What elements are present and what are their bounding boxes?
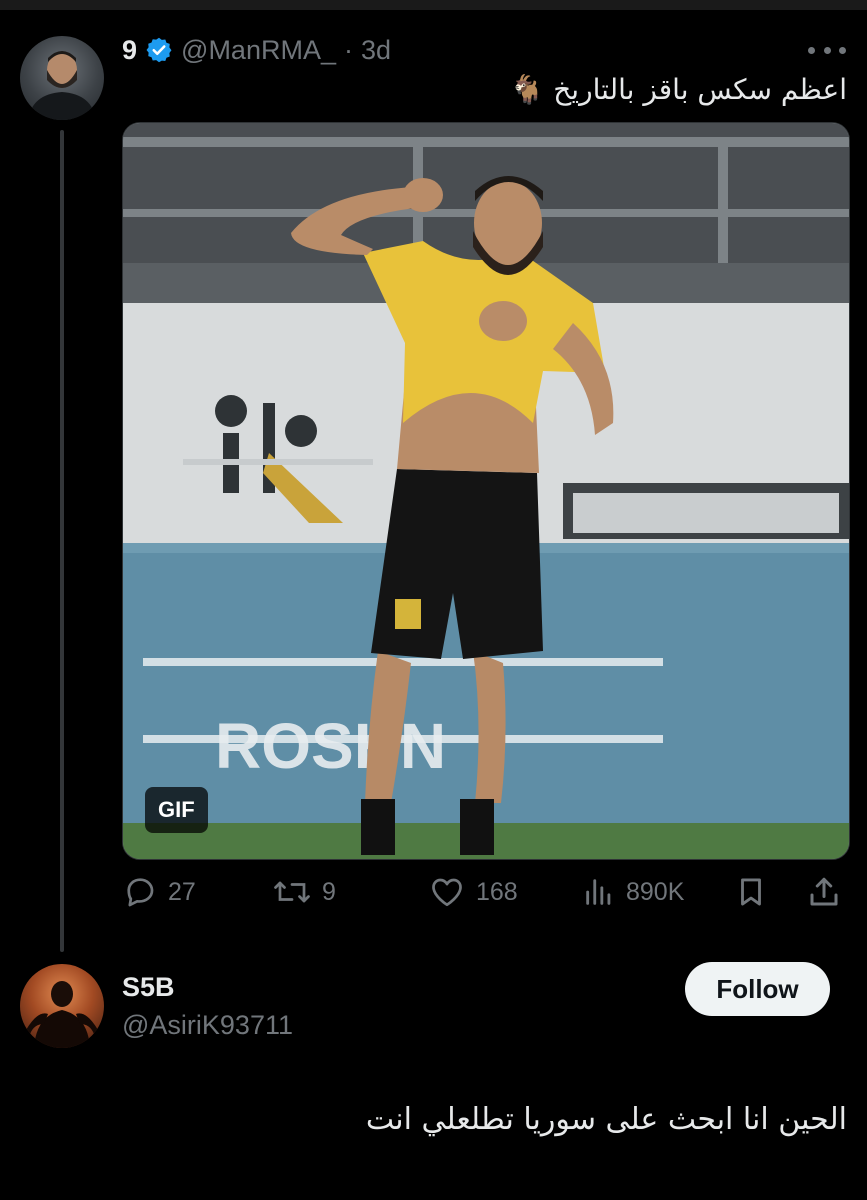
- like-icon: [428, 874, 466, 910]
- reply-icon: [122, 874, 158, 910]
- tweet-header: 9 @ManRMA_ · 3d: [122, 30, 391, 70]
- tweet-timestamp[interactable]: 3d: [361, 35, 391, 66]
- tweet-text: اعظم سكس باقز بالتاريخ 🐐: [509, 73, 847, 106]
- reply-author-handle[interactable]: @AsiriK93711: [122, 1010, 293, 1041]
- like-count: 168: [476, 877, 518, 906]
- author-avatar[interactable]: [20, 36, 104, 120]
- gif-badge: GIF: [145, 787, 208, 833]
- retweet-icon: [272, 874, 312, 910]
- reply-author-name[interactable]: S5B: [122, 972, 175, 1003]
- views-count: 890K: [626, 877, 685, 906]
- top-edge-strip: [0, 0, 867, 10]
- follow-button[interactable]: Follow: [685, 962, 830, 1016]
- verified-badge-icon: [145, 36, 173, 64]
- bookmark-icon: [734, 874, 768, 910]
- more-options-icon[interactable]: [808, 36, 846, 64]
- reply-author-avatar[interactable]: [20, 964, 104, 1048]
- banner-text: ROSHN: [215, 710, 446, 782]
- tweet-actions-bar: 27 9 168 890K: [122, 870, 848, 914]
- reply-count: 27: [168, 877, 196, 906]
- header-separator: ·: [343, 34, 353, 65]
- reply-text: الحين انا ابحث على سوريا تطلعلي انت: [365, 1102, 847, 1137]
- tweet-media-gif[interactable]: ROSHN GIF: [122, 122, 850, 860]
- share-button[interactable]: [806, 870, 842, 914]
- thread-connector-line: [60, 130, 64, 952]
- bookmark-button[interactable]: [734, 870, 768, 914]
- retweet-count: 9: [322, 877, 336, 906]
- reply-button[interactable]: 27: [122, 870, 196, 914]
- gif-frame-illustration: ROSHN: [123, 123, 849, 859]
- author-handle[interactable]: @ManRMA_: [181, 35, 336, 66]
- views-icon: [582, 874, 616, 910]
- share-icon: [806, 874, 842, 910]
- retweet-button[interactable]: 9: [272, 870, 336, 914]
- views-button[interactable]: 890K: [582, 870, 684, 914]
- author-name[interactable]: 9: [122, 35, 137, 66]
- like-button[interactable]: 168: [428, 870, 518, 914]
